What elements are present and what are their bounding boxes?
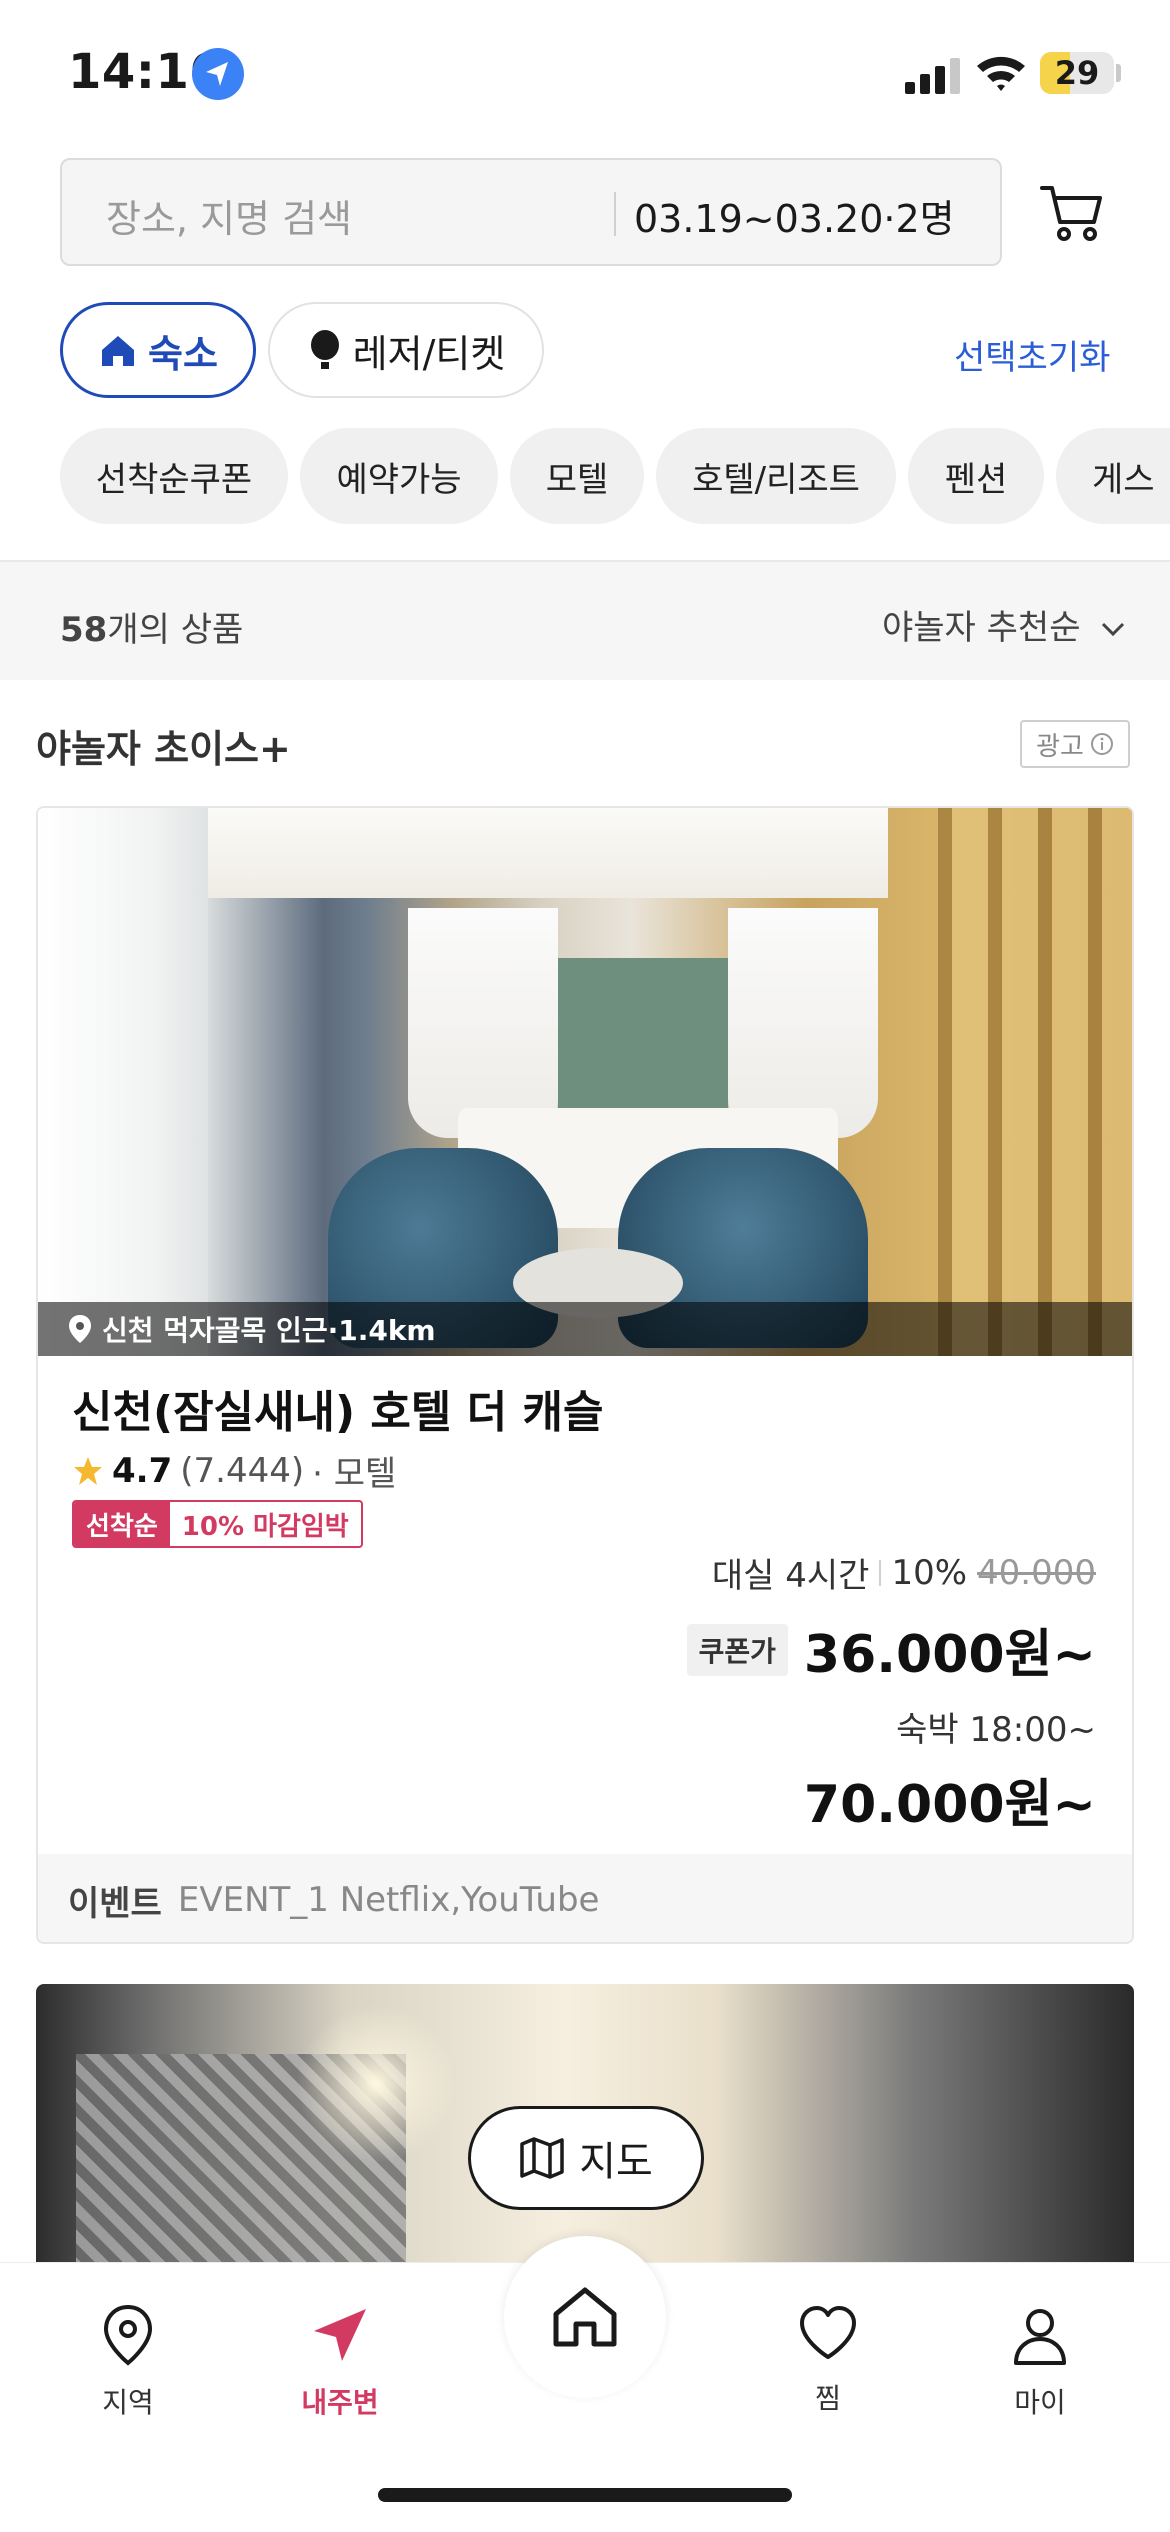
location-pin-icon: [69, 1315, 91, 1343]
tab-leisure-ticket-label: 레저/티켓: [352, 331, 506, 376]
reset-selection-link[interactable]: 선택초기화: [954, 330, 1110, 379]
cellular-signal-icon: [905, 56, 961, 94]
person-icon: [1014, 2309, 1066, 2365]
coupon-price-row: 쿠폰가 36.000원~: [686, 1612, 1096, 1687]
tab-my[interactable]: 마이: [960, 2303, 1120, 2421]
home-icon: [553, 2287, 617, 2347]
listing-card[interactable]: 신천 먹자골목 인근·1.4km 신천(잠실새내) 호텔 더 캐슬 4.7 (7…: [36, 806, 1134, 1944]
filter-hotel-resort[interactable]: 호텔/리조트: [656, 428, 896, 524]
home-indicator: [378, 2488, 792, 2502]
coupon-tag: 선착순 10% 마감임박: [72, 1500, 363, 1548]
rent-price-line: 대실 4시간 10% 40.000: [711, 1552, 1096, 1597]
battery-tip: [1116, 64, 1121, 82]
map-button[interactable]: 지도: [468, 2106, 704, 2210]
heart-icon: [800, 2306, 856, 2359]
stay-price: 70.000원~: [803, 1775, 1096, 1835]
ad-badge[interactable]: 광고: [1020, 720, 1130, 768]
home-filled-icon: [102, 336, 135, 366]
section-title: 야놀자 초이스+: [36, 727, 291, 771]
chevron-down-icon: [1102, 622, 1125, 637]
filter-available[interactable]: 예약가능: [300, 428, 498, 524]
stay-label: 숙박 18:00~: [896, 1710, 1096, 1750]
battery-level: 29: [1054, 54, 1100, 92]
filter-guesthouse[interactable]: 게스: [1056, 428, 1170, 524]
date-guest-selector[interactable]: 03.19~03.20·2명: [634, 188, 955, 243]
event-row: 이벤트 EVENT_1 Netflix,YouTube: [38, 1854, 1132, 1942]
balloon-icon: [310, 330, 339, 369]
wifi-icon: [977, 56, 1025, 91]
map-icon: [520, 2137, 564, 2179]
search-divider: [614, 192, 616, 236]
tab-accommodation[interactable]: 숙소: [60, 302, 256, 398]
rating-row: 4.7 (7.444) · 모텔: [72, 1446, 396, 1495]
info-icon: [1090, 733, 1113, 755]
search-bar[interactable]: 장소, 지명 검색 03.19~03.20·2명: [60, 158, 1002, 266]
location-services-icon: [192, 48, 244, 100]
coupon-price-badge: 쿠폰가: [686, 1623, 788, 1676]
listing-photo[interactable]: 신천 먹자골목 인근·1.4km: [38, 808, 1132, 1356]
battery-icon: 29: [1040, 52, 1114, 94]
tab-home[interactable]: [504, 2236, 666, 2398]
navigation-arrow-icon: [314, 2309, 366, 2361]
cart-icon[interactable]: [1036, 176, 1108, 248]
status-bar: 14:16 29: [0, 0, 1170, 150]
coupon-price: 36.000원~: [803, 1625, 1096, 1685]
search-input[interactable]: 장소, 지명 검색: [106, 188, 352, 243]
rating-score: 4.7: [112, 1450, 173, 1491]
results-bar: 58개의 상품 야놀자 추천순: [0, 560, 1170, 680]
results-count: 58개의 상품: [60, 610, 244, 650]
star-icon: [74, 1456, 102, 1485]
listing-type: · 모텔: [312, 1454, 397, 1494]
sort-dropdown[interactable]: 야놀자 추천순: [882, 600, 1127, 649]
listing-name: 신천(잠실새내) 호텔 더 캐슬: [72, 1387, 604, 1438]
tab-nearby[interactable]: 내주변: [260, 2303, 420, 2421]
tab-region[interactable]: 지역: [48, 2303, 208, 2421]
tab-accommodation-label: 숙소: [148, 331, 218, 376]
photo-location-caption: 신천 먹자골목 인근·1.4km: [38, 1302, 1132, 1356]
original-price: 40.000: [977, 1552, 1096, 1593]
filter-pension[interactable]: 펜션: [908, 428, 1044, 524]
location-pin-icon: [103, 2304, 153, 2366]
review-count: (7.444): [180, 1450, 305, 1491]
tab-wishlist[interactable]: 찜: [748, 2303, 908, 2417]
tab-leisure-ticket[interactable]: 레저/티켓: [268, 302, 544, 398]
filter-motel[interactable]: 모텔: [510, 428, 644, 524]
filter-first-come-coupon[interactable]: 선착순쿠폰: [60, 428, 288, 524]
